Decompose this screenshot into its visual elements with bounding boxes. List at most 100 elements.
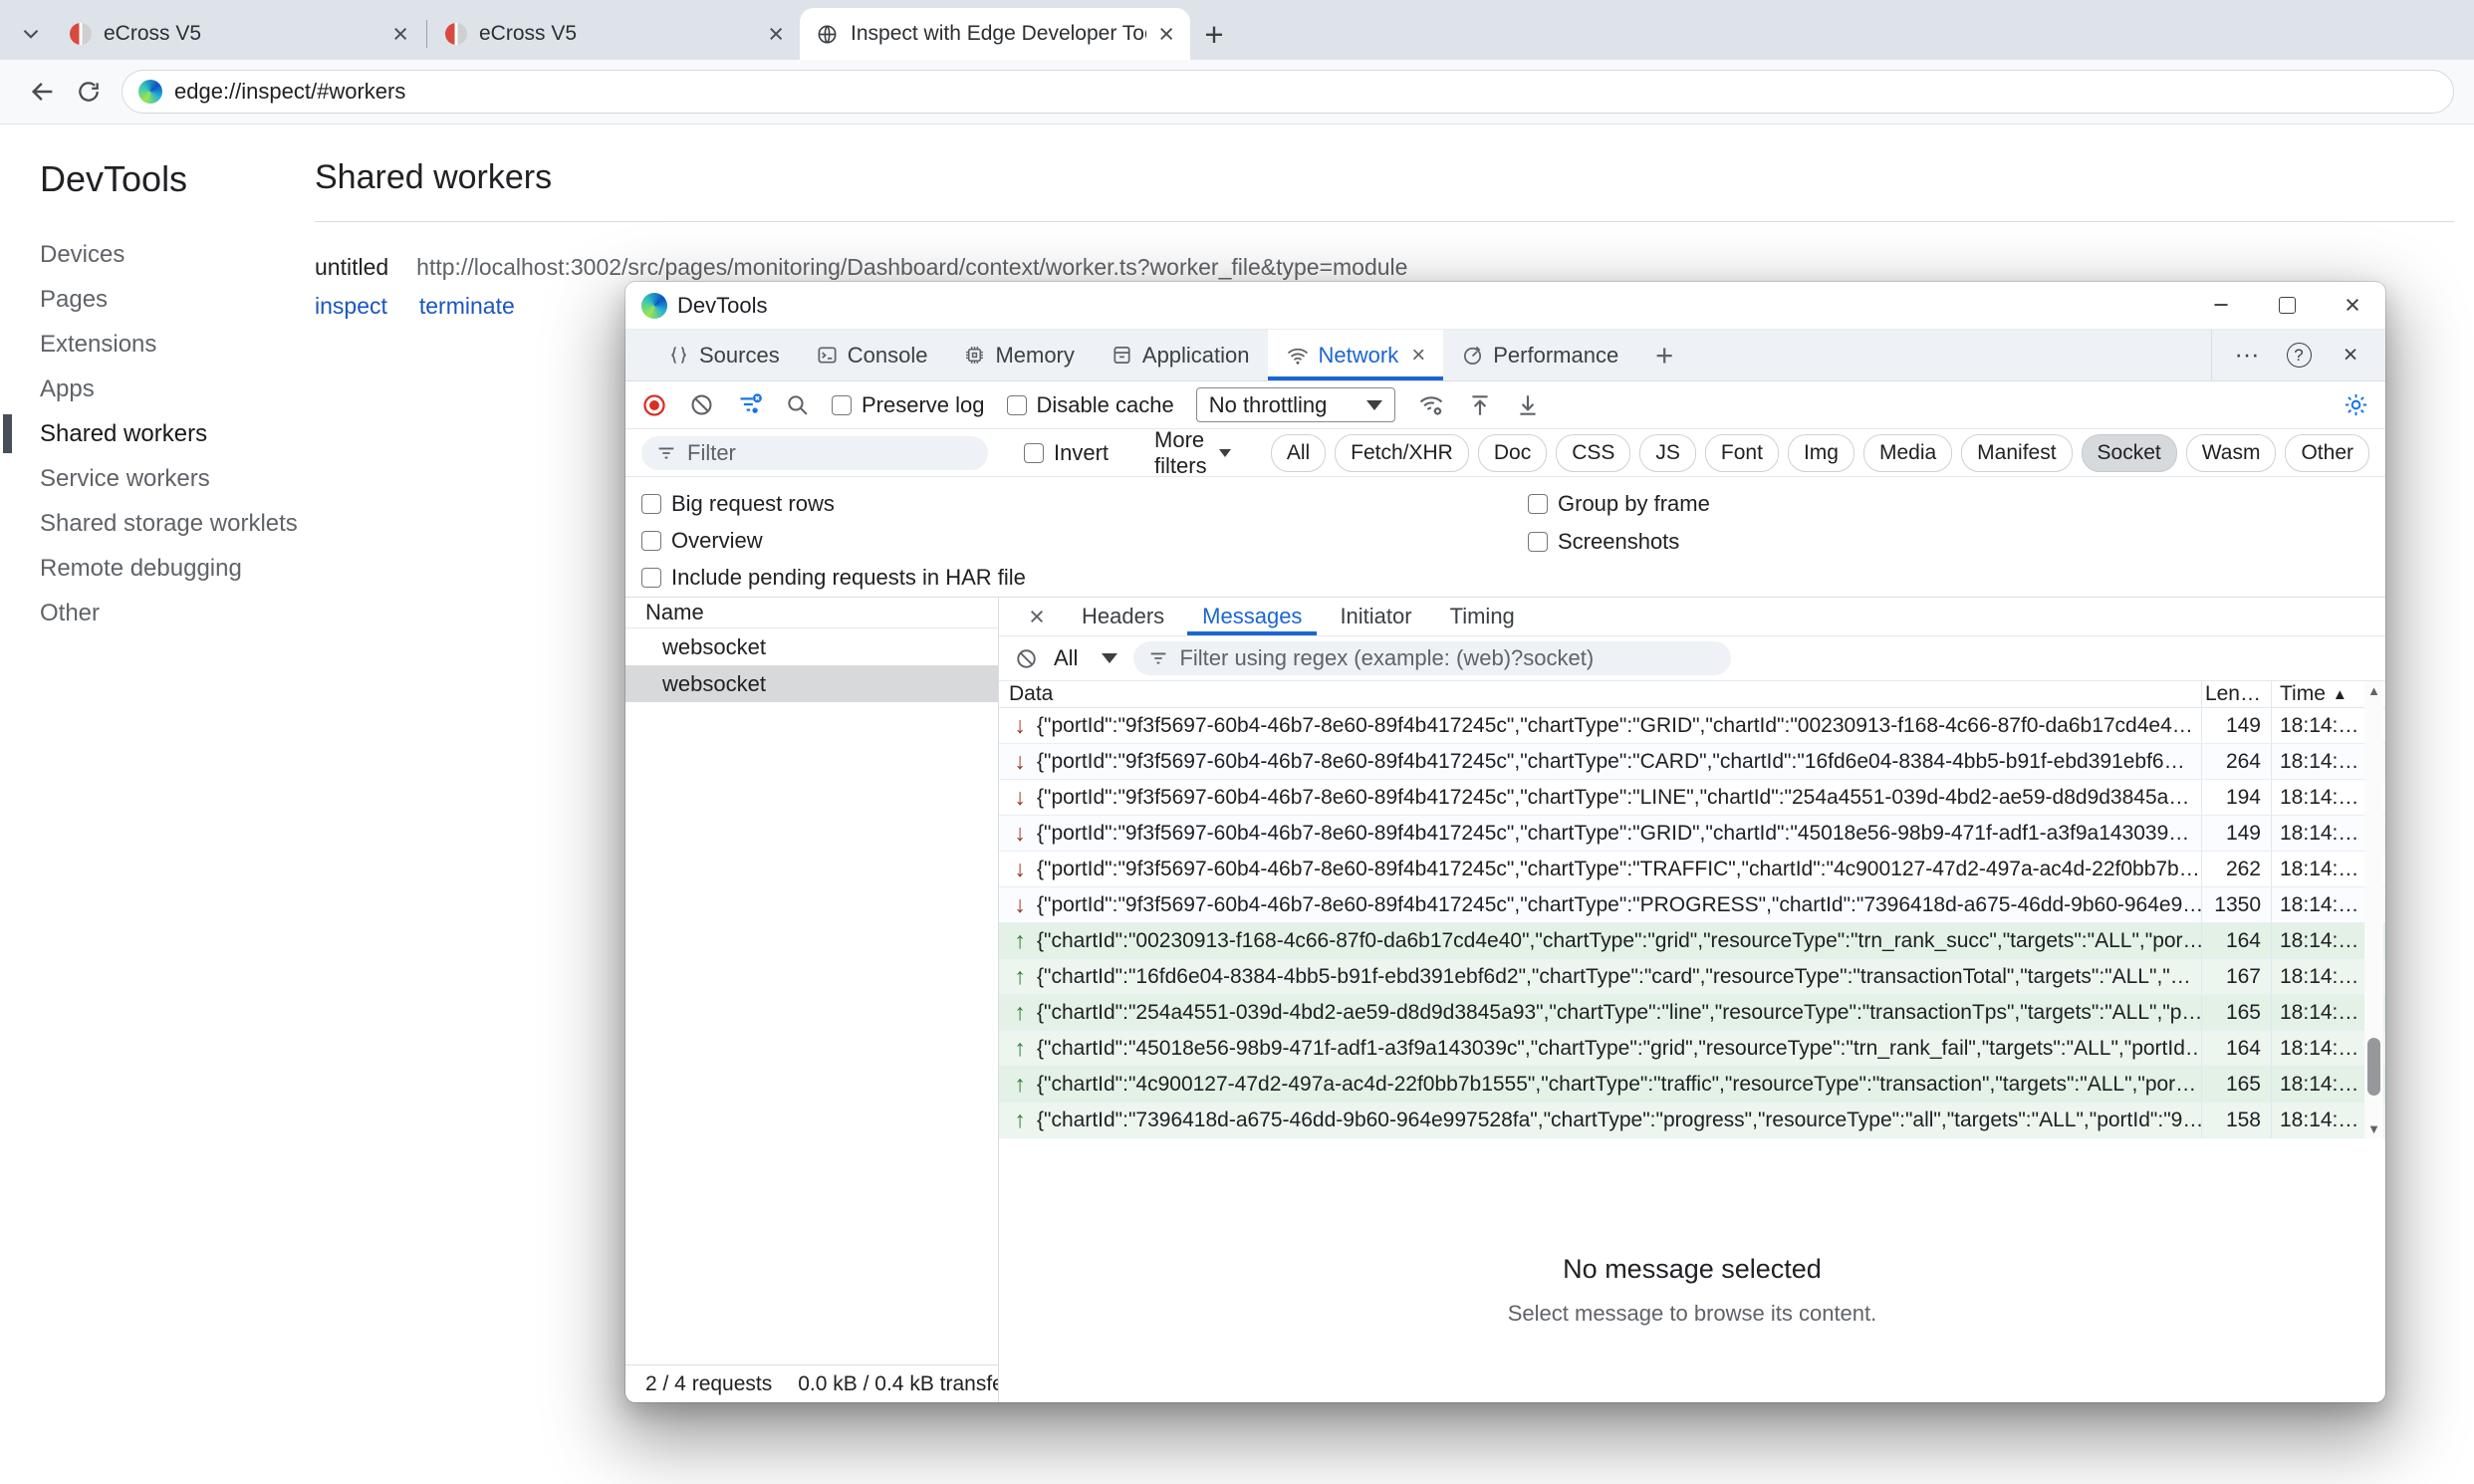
close-detail-icon[interactable]: × xyxy=(1011,598,1063,635)
message-row[interactable]: {"portId":"9f3f5697-60b4-46b7-8e60-89f4b… xyxy=(999,887,2385,923)
message-regex-input[interactable] xyxy=(1179,645,1717,671)
resource-type-pill[interactable]: All xyxy=(1271,434,1326,472)
close-window-button[interactable]: × xyxy=(2320,282,2385,329)
message-row[interactable]: {"chartId":"45018e56-98b9-471f-adf1-a3f9… xyxy=(999,1031,2385,1067)
column-header-length[interactable]: Len… xyxy=(2201,681,2271,707)
import-har-button[interactable] xyxy=(1467,392,1493,418)
network-conditions-button[interactable] xyxy=(1417,391,1445,419)
message-panel-tab[interactable]: Messages xyxy=(1183,598,1321,635)
request-row[interactable]: websocket xyxy=(625,628,998,665)
more-filters-button[interactable]: More filters xyxy=(1154,427,1231,479)
tab-close-icon[interactable]: × xyxy=(768,21,784,48)
message-panel-tab[interactable]: Headers xyxy=(1063,598,1183,635)
message-direction-select[interactable]: All xyxy=(1054,645,1117,671)
help-button[interactable]: ? xyxy=(2276,333,2322,378)
sidebar-item[interactable]: Shared workers xyxy=(0,411,299,456)
sidebar-item[interactable]: Devices xyxy=(0,232,299,277)
include-pending-checkbox[interactable]: Include pending requests in HAR file xyxy=(641,560,1528,597)
message-row[interactable]: {"portId":"9f3f5697-60b4-46b7-8e60-89f4b… xyxy=(999,708,2385,744)
message-row[interactable]: {"portId":"9f3f5697-60b4-46b7-8e60-89f4b… xyxy=(999,780,2385,816)
tab-memory[interactable]: Memory xyxy=(945,330,1092,380)
tab-search-button[interactable] xyxy=(8,8,54,60)
clear-network-log-button[interactable] xyxy=(689,392,714,417)
message-row[interactable]: {"portId":"9f3f5697-60b4-46b7-8e60-89f4b… xyxy=(999,852,2385,887)
record-stop-button[interactable] xyxy=(641,392,667,418)
sidebar-item[interactable]: Other xyxy=(0,591,299,635)
devtools-titlebar[interactable]: DevTools − × xyxy=(625,282,2385,329)
maximize-button[interactable] xyxy=(2254,282,2320,329)
search-network-button[interactable] xyxy=(785,392,810,417)
resource-type-pill[interactable]: Media xyxy=(1863,434,1952,472)
sidebar-item[interactable]: Remote debugging xyxy=(0,546,299,591)
requests-name-header[interactable]: Name xyxy=(625,598,998,628)
message-row[interactable]: {"chartId":"16fd6e04-8384-4bb5-b91f-ebd3… xyxy=(999,959,2385,995)
message-row[interactable]: {"portId":"9f3f5697-60b4-46b7-8e60-89f4b… xyxy=(999,816,2385,852)
sidebar-item[interactable]: Pages xyxy=(0,277,299,322)
more-menu-button[interactable]: ··· xyxy=(2224,333,2270,378)
screenshots-checkbox[interactable]: Screenshots xyxy=(1528,523,1710,561)
refresh-button[interactable] xyxy=(66,69,112,115)
tab-application[interactable]: Application xyxy=(1093,330,1268,380)
resource-type-pill[interactable]: Manifest xyxy=(1961,434,2072,472)
disable-cache-checkbox[interactable]: Disable cache xyxy=(1007,392,1174,418)
column-header-time[interactable]: Time ▲ xyxy=(2271,681,2366,707)
request-row[interactable]: websocket xyxy=(625,665,998,702)
back-button[interactable] xyxy=(20,69,66,115)
column-header-data[interactable]: Data xyxy=(999,681,2201,707)
invert-filter-checkbox[interactable]: Invert xyxy=(1024,440,1109,466)
browser-tab-ecross-1[interactable]: eCross V5 × xyxy=(54,8,424,60)
sidebar-item[interactable]: Shared storage worklets xyxy=(0,501,299,546)
browser-tab-inspect[interactable]: Inspect with Edge Developer Tools × xyxy=(800,8,1190,60)
resource-type-pill[interactable]: Other xyxy=(2285,434,2369,472)
scroll-up-icon[interactable]: ▲ xyxy=(2367,684,2380,697)
resource-type-pill[interactable]: Font xyxy=(1705,434,1779,472)
resource-type-pill[interactable]: Socket xyxy=(2082,434,2177,472)
big-request-rows-checkbox[interactable]: Big request rows xyxy=(641,485,1528,522)
close-devtools-button[interactable]: × xyxy=(2328,333,2373,378)
sidebar-item[interactable]: Apps xyxy=(0,367,299,411)
message-row[interactable]: {"chartId":"00230913-f168-4c66-87f0-da6b… xyxy=(999,923,2385,959)
export-har-button[interactable] xyxy=(1515,392,1541,418)
tab-performance[interactable]: Performance xyxy=(1443,330,1636,380)
message-row[interactable]: {"portId":"9f3f5697-60b4-46b7-8e60-89f4b… xyxy=(999,744,2385,780)
resource-type-pill[interactable]: Wasm xyxy=(2186,434,2277,472)
message-panel-tab[interactable]: Initiator xyxy=(1321,598,1430,635)
preserve-log-checkbox[interactable]: Preserve log xyxy=(832,392,985,418)
message-row[interactable]: {"chartId":"4c900127-47d2-497a-ac4d-22f0… xyxy=(999,1067,2385,1103)
resource-type-pill[interactable]: JS xyxy=(1639,434,1696,472)
tab-close-icon[interactable]: × xyxy=(392,21,408,48)
resource-type-pill[interactable]: CSS xyxy=(1556,434,1630,472)
new-tab-button[interactable]: + xyxy=(1190,8,1238,60)
message-regex-field[interactable] xyxy=(1133,641,1731,675)
tab-console[interactable]: Console xyxy=(798,330,946,380)
terminate-link[interactable]: terminate xyxy=(419,293,515,320)
network-filter-toggle-button[interactable] xyxy=(736,391,763,418)
group-by-frame-checkbox[interactable]: Group by frame xyxy=(1528,485,1710,523)
sidebar-item[interactable]: Extensions xyxy=(0,322,299,367)
address-bar[interactable] xyxy=(122,70,2454,114)
tab-close-icon[interactable]: × xyxy=(1158,21,1174,48)
inspect-link[interactable]: inspect xyxy=(315,293,387,320)
close-tab-icon[interactable]: × xyxy=(1411,344,1425,368)
add-panel-button[interactable]: + xyxy=(1636,330,1692,380)
browser-tab-ecross-2[interactable]: eCross V5 × xyxy=(429,8,800,60)
sidebar-item[interactable]: Service workers xyxy=(0,456,299,501)
minimize-button[interactable]: − xyxy=(2188,282,2254,329)
network-settings-button[interactable] xyxy=(2343,391,2369,418)
request-filter-input[interactable] xyxy=(687,440,974,466)
request-filter-field[interactable] xyxy=(641,436,988,470)
message-panel-tab[interactable]: Timing xyxy=(1431,598,1534,635)
tab-sources[interactable]: Sources xyxy=(649,330,798,380)
messages-scrollbar[interactable]: ▲ ▼ xyxy=(2364,681,2383,1138)
scrollbar-thumb[interactable] xyxy=(2367,1038,2380,1096)
resource-type-pill[interactable]: Fetch/XHR xyxy=(1335,434,1469,472)
resource-type-pill[interactable]: Img xyxy=(1788,434,1855,472)
message-row[interactable]: {"chartId":"7396418d-a675-46dd-9b60-964e… xyxy=(999,1103,2385,1138)
throttling-select[interactable]: No throttling xyxy=(1196,387,1395,422)
tab-network[interactable]: Network × xyxy=(1268,330,1444,380)
scroll-down-icon[interactable]: ▼ xyxy=(2367,1122,2380,1135)
message-row[interactable]: {"chartId":"254a4551-039d-4bd2-ae59-d8d9… xyxy=(999,995,2385,1031)
overview-checkbox[interactable]: Overview xyxy=(641,522,1528,559)
address-input[interactable] xyxy=(174,79,2437,105)
resource-type-pill[interactable]: Doc xyxy=(1478,434,1547,472)
